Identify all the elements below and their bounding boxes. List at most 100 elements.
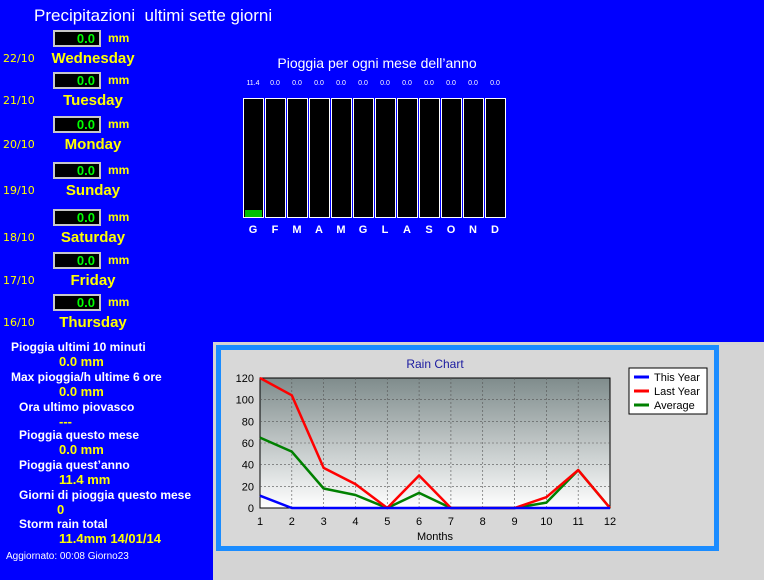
rain-10min-label: Pioggia ultimi 10 minuti xyxy=(11,340,146,354)
month-label: D xyxy=(491,224,499,236)
year-rain-label: Pioggia quest’anno xyxy=(19,458,130,472)
y-tick-label: 100 xyxy=(236,395,254,407)
month-label: A xyxy=(315,224,323,236)
y-tick-label: 20 xyxy=(242,481,254,493)
month-bar xyxy=(485,98,506,218)
month-bar xyxy=(331,98,352,218)
day-rain-value: 0.0 xyxy=(53,294,101,311)
x-tick-label: 5 xyxy=(384,516,390,528)
day-rain-value: 0.0 xyxy=(53,252,101,269)
day-rain-value: 0.0 xyxy=(53,162,101,179)
month-label: A xyxy=(403,224,411,236)
rain-10min-value: 0.0 mm xyxy=(59,354,104,369)
last-shower-value: --- xyxy=(59,414,72,429)
day-name: Tuesday xyxy=(63,92,123,109)
chart-title: Rain Chart xyxy=(406,357,464,371)
last-shower-label: Ora ultimo piovasco xyxy=(19,400,135,414)
month-label: L xyxy=(381,224,389,236)
y-tick-label: 60 xyxy=(242,438,254,450)
x-tick-label: 4 xyxy=(352,516,358,528)
y-tick-label: 40 xyxy=(242,460,254,472)
month-value: 0.0 xyxy=(292,80,302,87)
x-tick-label: 7 xyxy=(448,516,454,528)
month-rain-value: 0.0 mm xyxy=(59,442,104,457)
day-rain-unit: mm xyxy=(108,253,130,267)
month-bar xyxy=(419,98,440,218)
month-value: 0.0 xyxy=(402,80,412,87)
day-name: Saturday xyxy=(60,229,126,246)
day-row: 17/10 0.0 mm Friday xyxy=(0,252,200,296)
month-value: 0.0 xyxy=(358,80,368,87)
month-bar xyxy=(265,98,286,218)
day-row: 19/10 0.0 mm Sunday xyxy=(0,162,200,206)
y-tick-label: 120 xyxy=(236,373,254,385)
month-bar xyxy=(309,98,330,218)
last-updated: Aggiornato: 00:08 Giorno23 xyxy=(6,551,129,562)
month-label: F xyxy=(271,224,279,236)
year-rain-value: 11.4 mm xyxy=(59,472,111,487)
day-rain-value: 0.0 xyxy=(53,72,101,89)
month-label: M xyxy=(336,224,346,236)
rain-days-label: Giorni di pioggia questo mese xyxy=(19,488,192,502)
month-bar xyxy=(463,98,484,218)
x-tick-label: 11 xyxy=(572,516,583,528)
month-label: G xyxy=(358,224,368,236)
month-value: 0.0 xyxy=(490,80,500,87)
day-name: Monday xyxy=(64,136,122,153)
x-tick-label: 2 xyxy=(289,516,295,528)
day-name: Wednesday xyxy=(51,50,135,67)
x-tick-label: 6 xyxy=(416,516,422,528)
x-tick-label: 9 xyxy=(511,516,517,528)
rain-days-value: 0 xyxy=(57,502,65,517)
storm-rain-value: 11.4mm 14/01/14 xyxy=(59,531,161,546)
x-tick-label: 1 xyxy=(257,516,263,528)
month-bar xyxy=(287,98,308,218)
month-label: G xyxy=(248,224,258,236)
max-rate-value: 0.0 mm xyxy=(59,384,104,399)
storm-rain-label: Storm rain total xyxy=(19,517,108,531)
x-tick-label: 3 xyxy=(321,516,327,528)
day-rain-unit: mm xyxy=(108,31,130,45)
month-value: 0.0 xyxy=(380,80,390,87)
y-tick-label: 0 xyxy=(248,503,254,515)
day-row: 20/10 0.0 mm Monday xyxy=(0,116,200,160)
rain-line-chart: 0204060801001201 2 3 4 5 6 7 8 9 10 11 12MonthsRain… xyxy=(236,357,708,543)
day-name: Thursday xyxy=(59,314,127,331)
month-bar-fill xyxy=(245,210,262,217)
x-axis-title: Months xyxy=(417,531,454,543)
legend-label: This Year xyxy=(654,372,700,384)
monthly-chart-title: Pioggia per ogni mese dell’anno xyxy=(277,55,477,71)
day-name: Sunday xyxy=(65,182,121,199)
day-rain-unit: mm xyxy=(108,210,130,224)
day-rain-unit: mm xyxy=(108,163,130,177)
x-tick-label: 12 xyxy=(604,516,616,528)
month-bar xyxy=(243,98,264,218)
month-bar xyxy=(397,98,418,218)
month-value: 0.0 xyxy=(446,80,456,87)
max-rate-label: Max pioggia/h ultime 6 ore xyxy=(11,370,162,384)
month-label: N xyxy=(469,224,477,236)
month-value: 0.0 xyxy=(424,80,434,87)
day-row: 21/10 0.0 mm Tuesday xyxy=(0,72,200,116)
day-rain-value: 0.0 xyxy=(53,30,101,47)
month-bar xyxy=(375,98,396,218)
month-value: 11.4 xyxy=(246,80,260,87)
x-tick-label: 10 xyxy=(540,516,552,528)
page-title: Precipitazioni ultimi sette giorni xyxy=(34,6,273,25)
month-value: 0.0 xyxy=(468,80,478,87)
day-rain-value: 0.0 xyxy=(53,209,101,226)
rain-chart-panel: 0 20 40 60 80 100 120 1 2 3 4 5 6 7 8 9 10 11 12 Months Rain… xyxy=(221,350,714,546)
month-label: M xyxy=(292,224,302,236)
month-value: 0.0 xyxy=(270,80,280,87)
day-rain-unit: mm xyxy=(108,73,130,87)
x-tick-label: 8 xyxy=(480,516,486,528)
month-label: S xyxy=(425,224,433,236)
month-bar xyxy=(441,98,462,218)
day-rain-value: 0.0 xyxy=(53,116,101,133)
day-row: 18/10 0.0 mm Saturday xyxy=(0,209,200,253)
month-value: 0.0 xyxy=(336,80,346,87)
y-tick-label: 80 xyxy=(242,416,254,428)
day-row: 16/10 0.0 mm Thursday xyxy=(0,294,200,338)
day-name: Friday xyxy=(70,272,116,289)
day-row: 22/10 0.0 mm Wednesday xyxy=(0,30,200,74)
